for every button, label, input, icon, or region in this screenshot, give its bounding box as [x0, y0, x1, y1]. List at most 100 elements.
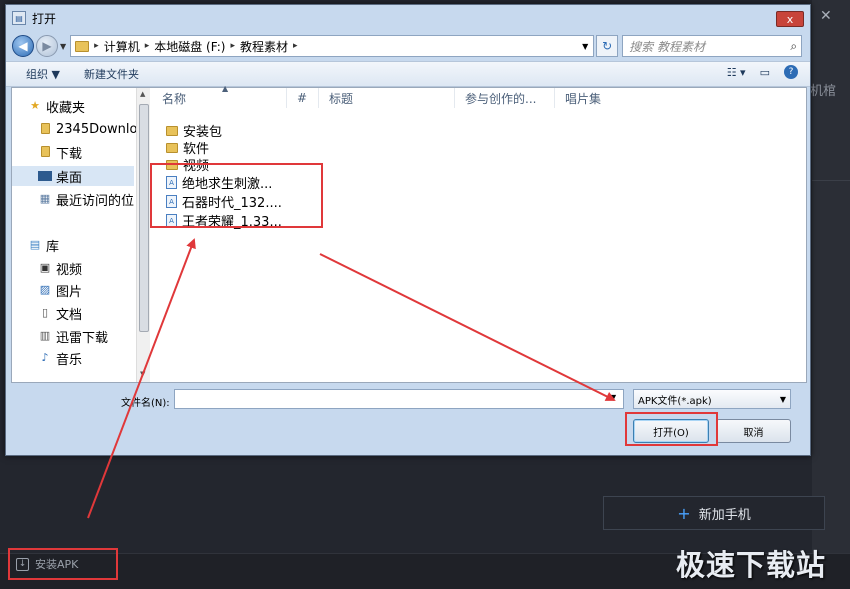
search-placeholder: 搜索 教程素材 [629, 39, 705, 54]
nav-item-label: 下载 [56, 146, 83, 162]
nav-item-xunlei[interactable]: ▥ 迅雷下载 [38, 326, 108, 346]
nav-item-downloads[interactable]: 下载 [38, 142, 82, 162]
toolbar-right: ☷ ▾ ▭ ? [727, 65, 798, 79]
dialog-titlebar[interactable]: ▤ 打开 [6, 5, 810, 31]
open-file-dialog: ▤ 打开 x ◀ ▶ ▼ ▸ 计算机 ▸ 本地磁盘 (F:) ▸ 教程素材 ▸ … [5, 4, 811, 456]
search-input[interactable]: 搜索 教程素材 ⌕ [622, 35, 803, 57]
document-icon: ▯ [41, 306, 49, 319]
chevron-right-icon[interactable]: ▸ [230, 41, 235, 51]
nav-favorites-label: 收藏夹 [46, 100, 86, 116]
recent-pages-dropdown-icon[interactable]: ▼ [60, 42, 66, 51]
library-icon: ▤ [29, 238, 41, 251]
star-icon: ★ [30, 99, 40, 112]
nav-item-label: 桌面 [56, 170, 83, 186]
picture-icon: ▨ [39, 283, 51, 296]
dialog-app-icon: ▤ [12, 11, 26, 25]
cancel-button[interactable]: 取消 [716, 419, 791, 443]
nav-item-recent[interactable]: ▦ 最近访问的位 [38, 189, 134, 209]
folder-icon [38, 123, 52, 135]
install-apk-label: 安装APK [35, 558, 79, 571]
recent-places-icon: ▦ [39, 192, 51, 205]
chevron-right-icon[interactable]: ▸ [145, 41, 150, 51]
folder-icon [75, 40, 90, 52]
breadcrumb-computer[interactable]: 计算机 [104, 38, 140, 55]
file-type-value: APK文件(*.apk) [638, 395, 712, 407]
new-folder-button[interactable]: 新建文件夹 [84, 66, 139, 82]
nav-item-music[interactable]: ♪ 音乐 [38, 348, 82, 368]
video-icon: ▣ [39, 261, 51, 274]
scroll-up-icon[interactable]: ▲ [140, 90, 145, 98]
file-name-dropdown-icon[interactable]: ▼ [610, 393, 616, 402]
watermark: 极速下载站 [676, 548, 827, 582]
app-close-icon[interactable]: ✕ [820, 8, 832, 24]
refresh-icon[interactable]: ↻ [596, 35, 619, 57]
chevron-right-icon[interactable]: ▸ [293, 41, 298, 51]
download-icon: ↓ [16, 557, 29, 571]
file-list: 名称 ▲ # 标题 参与创作的... 唱片集 安装包 软件 视频 A 绝地求生刺… [152, 84, 806, 382]
nav-item-desktop[interactable]: 桌面 [12, 166, 134, 186]
install-apk-button[interactable]: ↓ 安装APK [8, 548, 118, 580]
dialog-toolbar: 组织 ▼ 新建文件夹 ☷ ▾ ▭ ? [6, 61, 810, 87]
chevron-right-icon[interactable]: ▸ [94, 41, 99, 51]
nav-item-label: 文档 [56, 307, 83, 323]
nav-item-downloads-2345[interactable]: 2345Downlo [38, 119, 136, 139]
column-name[interactable]: 名称 ▲ [152, 84, 287, 108]
dialog-title: 打开 [32, 11, 57, 26]
file-name-input[interactable] [174, 389, 624, 409]
nav-item-label: 2345Downlo [56, 121, 136, 137]
preview-pane-icon[interactable]: ▭ [760, 66, 770, 79]
column-name-label: 名称 [162, 91, 187, 106]
download-folder-icon [38, 146, 52, 158]
app-divider [812, 180, 850, 181]
nav-item-label: 迅雷下载 [56, 330, 109, 346]
nav-item-documents[interactable]: ▯ 文档 [38, 303, 82, 323]
column-title[interactable]: 标题 [319, 88, 455, 108]
add-phone-button[interactable]: + 新加手机 [603, 496, 825, 530]
back-button[interactable]: ◀ [12, 35, 34, 57]
nav-libraries[interactable]: ▤ 库 [28, 235, 59, 255]
forward-button[interactable]: ▶ [36, 35, 58, 57]
help-icon[interactable]: ? [784, 65, 798, 79]
download-library-icon: ▥ [39, 329, 51, 342]
breadcrumb-drive[interactable]: 本地磁盘 (F:) [154, 38, 225, 55]
folder-icon [166, 125, 178, 136]
nav-item-videos[interactable]: ▣ 视频 [38, 258, 82, 278]
view-options-icon[interactable]: ☷ ▾ [727, 66, 746, 79]
music-icon: ♪ [41, 351, 49, 364]
nav-item-label: 音乐 [56, 352, 83, 368]
folder-icon [166, 142, 178, 153]
navigation-pane: ★ 收藏夹 2345Downlo 下载 桌面 ▦ 最近访问的位 ▤ 库 ▣ 视频… [12, 88, 136, 382]
file-type-select[interactable]: APK文件(*.apk) ▼ [633, 389, 791, 409]
navigation-row: ◀ ▶ ▼ ▸ 计算机 ▸ 本地磁盘 (F:) ▸ 教程素材 ▸ ▼ ↻ 搜索 … [6, 31, 810, 61]
highlight-box-open-button [625, 412, 718, 446]
breadcrumb-folder[interactable]: 教程素材 [240, 38, 288, 55]
scroll-thumb[interactable] [139, 104, 149, 332]
search-icon[interactable]: ⌕ [790, 39, 797, 54]
file-name-label: 文件名(N): [121, 398, 170, 409]
nav-item-label: 最近访问的位 [56, 193, 135, 209]
app-side-text: 机棺 [810, 84, 837, 99]
highlight-box-apk-files [150, 163, 323, 228]
column-album[interactable]: 唱片集 [555, 88, 645, 108]
chevron-down-icon: ▼ [779, 394, 786, 404]
nav-scrollbar[interactable]: ▲ ▼ [136, 88, 150, 382]
sort-up-icon: ▲ [222, 84, 229, 93]
list-item-folder[interactable]: 安装包 [166, 122, 222, 140]
list-item-folder[interactable]: 软件 [166, 139, 209, 157]
organize-button[interactable]: 组织 ▼ [26, 66, 60, 82]
column-number[interactable]: # [287, 88, 319, 108]
nav-libraries-label: 库 [46, 239, 60, 255]
address-dropdown-icon[interactable]: ▼ [577, 42, 593, 51]
add-phone-label: 新加手机 [698, 507, 751, 523]
plus-icon: + [677, 503, 691, 523]
nav-item-label: 图片 [56, 284, 83, 300]
nav-item-pictures[interactable]: ▨ 图片 [38, 280, 82, 300]
dialog-content: ★ 收藏夹 2345Downlo 下载 桌面 ▦ 最近访问的位 ▤ 库 ▣ 视频… [11, 84, 807, 383]
dialog-close-button[interactable]: x [776, 11, 804, 27]
desktop-icon [38, 171, 52, 181]
address-bar[interactable]: ▸ 计算机 ▸ 本地磁盘 (F:) ▸ 教程素材 ▸ ▼ [70, 35, 595, 57]
scroll-down-icon[interactable]: ▼ [140, 370, 145, 378]
nav-favorites[interactable]: ★ 收藏夹 [28, 96, 85, 116]
nav-item-label: 视频 [56, 262, 83, 278]
column-artists[interactable]: 参与创作的... [455, 88, 555, 108]
